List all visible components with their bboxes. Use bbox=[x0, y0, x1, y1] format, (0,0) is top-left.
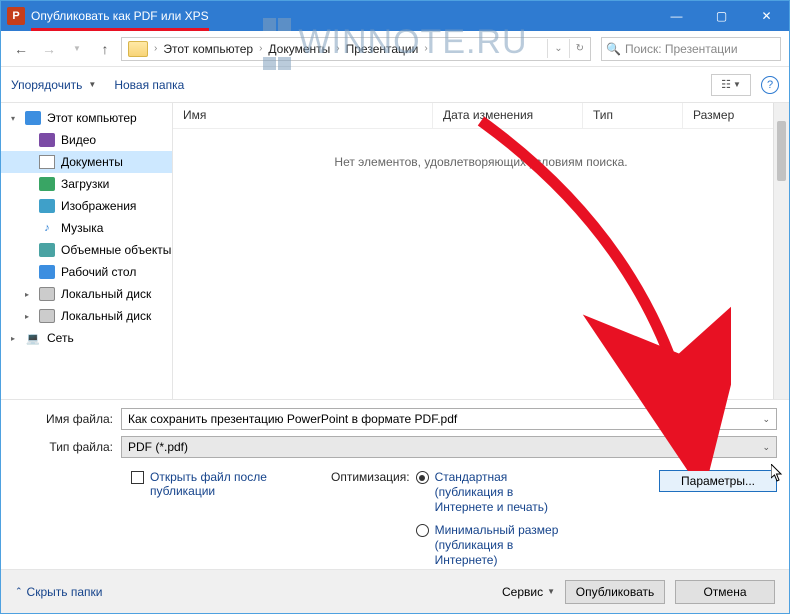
tree-item-8[interactable]: Локальный диск bbox=[1, 283, 172, 305]
filetype-label: Тип файла: bbox=[13, 440, 121, 454]
tree-item-label: Локальный диск bbox=[61, 309, 151, 323]
scrollbar-vertical[interactable] bbox=[773, 103, 789, 399]
radio-minimal[interactable]: Минимальный размер (публикация в Интерне… bbox=[416, 523, 575, 568]
hide-folders-link[interactable]: ⌃ Скрыть папки bbox=[15, 585, 102, 599]
file-list-pane: Имя Дата изменения Тип Размер Нет элемен… bbox=[173, 103, 789, 399]
tree-item-7[interactable]: Рабочий стол bbox=[1, 261, 172, 283]
new-folder-button[interactable]: Новая папка bbox=[114, 78, 184, 92]
optimization-label: Оптимизация: bbox=[331, 470, 410, 568]
filename-input[interactable]: Как сохранить презентацию PowerPoint в ф… bbox=[121, 408, 777, 430]
history-dropdown[interactable]: ▼ bbox=[65, 37, 89, 61]
3d-icon bbox=[39, 243, 55, 257]
tree-item-label: Объемные объекты bbox=[61, 243, 171, 257]
empty-message: Нет элементов, удовлетворяющих условиям … bbox=[173, 155, 789, 169]
navigation-tree: Этот компьютер Видео Документы Загрузки Изоб… bbox=[1, 103, 173, 399]
titlebar: P Опубликовать как PDF или XPS ― ▢ ✕ bbox=[1, 1, 789, 31]
view-mode-button[interactable]: ☷ ▼ bbox=[711, 74, 751, 96]
up-button[interactable]: ↑ bbox=[93, 37, 117, 61]
search-input[interactable]: 🔍 Поиск: Презентации bbox=[601, 37, 781, 61]
tree-item-label: Загрузки bbox=[61, 177, 109, 191]
toolbar: Упорядочить▼ Новая папка ☷ ▼ ? bbox=[1, 67, 789, 103]
column-type[interactable]: Тип bbox=[583, 103, 683, 128]
refresh-button[interactable]: ↻ bbox=[569, 39, 590, 58]
breadcrumb-dropdown[interactable]: ⌄ bbox=[547, 39, 568, 58]
help-icon[interactable]: ? bbox=[761, 76, 779, 94]
tree-item-label: Документы bbox=[61, 155, 123, 169]
window-title: Опубликовать как PDF или XPS bbox=[31, 9, 654, 23]
chevron-up-icon: ⌃ bbox=[15, 586, 23, 597]
filetype-select[interactable]: PDF (*.pdf)⌄ bbox=[121, 436, 777, 458]
tree-item-1[interactable]: Видео bbox=[1, 129, 172, 151]
checkbox-icon bbox=[131, 471, 144, 484]
tree-item-2[interactable]: Документы bbox=[1, 151, 172, 173]
pc-icon bbox=[25, 111, 41, 125]
radio-minimal-label: Минимальный размер (публикация в Интерне… bbox=[435, 523, 575, 568]
tree-item-label: Изображения bbox=[61, 199, 136, 213]
column-headers: Имя Дата изменения Тип Размер bbox=[173, 103, 789, 129]
open-after-label: Открыть файл после публикации bbox=[150, 470, 311, 498]
forward-button[interactable]: → bbox=[37, 37, 61, 61]
search-icon: 🔍 bbox=[606, 42, 621, 56]
organize-menu[interactable]: Упорядочить▼ bbox=[11, 78, 96, 92]
breadcrumb[interactable]: › Этот компьютер› Документы› Презентации… bbox=[121, 37, 591, 61]
radio-icon bbox=[416, 524, 429, 537]
doc-icon bbox=[39, 155, 55, 169]
video-icon bbox=[39, 133, 55, 147]
down-icon bbox=[39, 177, 55, 191]
minimize-button[interactable]: ― bbox=[654, 1, 699, 31]
save-form: Имя файла: Как сохранить презентацию Pow… bbox=[1, 399, 789, 574]
crumb-documents[interactable]: Документы bbox=[264, 42, 334, 56]
cancel-button[interactable]: Отмена bbox=[675, 580, 775, 604]
open-after-checkbox[interactable]: Открыть файл после публикации bbox=[131, 470, 311, 568]
search-placeholder: Поиск: Презентации bbox=[625, 42, 738, 56]
radio-standard-label: Стандартная (публикация в Интернете и пе… bbox=[435, 470, 555, 515]
close-button[interactable]: ✕ bbox=[744, 1, 789, 31]
radio-standard[interactable]: Стандартная (публикация в Интернете и пе… bbox=[416, 470, 575, 515]
tree-item-4[interactable]: Изображения bbox=[1, 195, 172, 217]
tree-item-label: Музыка bbox=[61, 221, 103, 235]
parameters-button[interactable]: Параметры... bbox=[659, 470, 777, 492]
tree-item-label: Сеть bbox=[47, 331, 74, 345]
tree-item-label: Локальный диск bbox=[61, 287, 151, 301]
tree-item-5[interactable]: ♪ Музыка bbox=[1, 217, 172, 239]
back-button[interactable]: ← bbox=[9, 37, 33, 61]
disk-icon bbox=[39, 309, 55, 323]
column-name[interactable]: Имя bbox=[173, 103, 433, 128]
powerpoint-icon: P bbox=[7, 7, 25, 25]
tree-item-10[interactable]: 💻 Сеть bbox=[1, 327, 172, 349]
publish-button[interactable]: Опубликовать bbox=[565, 580, 665, 604]
tree-item-label: Этот компьютер bbox=[47, 111, 137, 125]
tree-item-3[interactable]: Загрузки bbox=[1, 173, 172, 195]
crumb-presentations[interactable]: Презентации bbox=[342, 42, 423, 56]
folder-icon bbox=[128, 41, 148, 57]
column-modified[interactable]: Дата изменения bbox=[433, 103, 583, 128]
tree-item-label: Видео bbox=[61, 133, 96, 147]
filename-label: Имя файла: bbox=[13, 412, 121, 426]
crumb-pc[interactable]: Этот компьютер bbox=[159, 42, 257, 56]
disk-icon bbox=[39, 287, 55, 301]
tree-item-6[interactable]: Объемные объекты bbox=[1, 239, 172, 261]
tree-item-label: Рабочий стол bbox=[61, 265, 136, 279]
music-icon: ♪ bbox=[39, 221, 55, 235]
footer: ⌃ Скрыть папки Сервис ▼ Опубликовать Отм… bbox=[1, 569, 789, 613]
desk-icon bbox=[39, 265, 55, 279]
tools-menu[interactable]: Сервис ▼ bbox=[502, 585, 555, 599]
net-icon: 💻 bbox=[25, 331, 41, 345]
tree-item-9[interactable]: Локальный диск bbox=[1, 305, 172, 327]
radio-icon bbox=[416, 471, 429, 484]
maximize-button[interactable]: ▢ bbox=[699, 1, 744, 31]
navigation-bar: ← → ▼ ↑ › Этот компьютер› Документы› Пре… bbox=[1, 31, 789, 67]
tree-item-0[interactable]: Этот компьютер bbox=[1, 107, 172, 129]
img-icon bbox=[39, 199, 55, 213]
